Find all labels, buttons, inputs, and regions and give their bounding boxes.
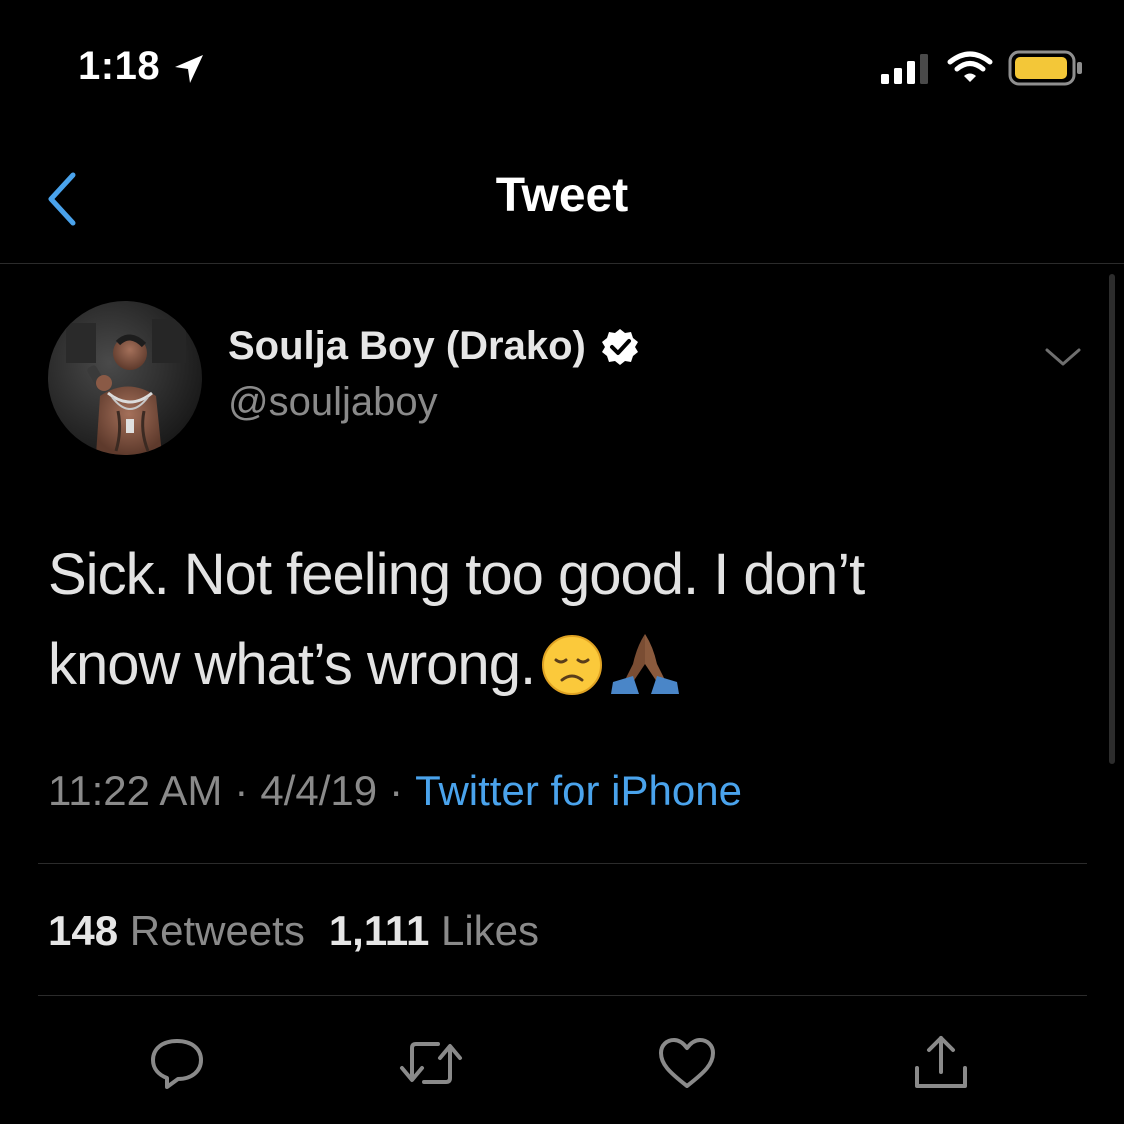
- retweets-stat[interactable]: 148 Retweets: [48, 907, 305, 954]
- tweet-date: 4/4/19: [260, 767, 378, 814]
- author-name[interactable]: Soulja Boy (Drako): [228, 324, 640, 369]
- divider: [38, 863, 1087, 864]
- tweet-text-line-1: Sick. Not feeling too good. I don’t: [48, 542, 865, 607]
- avatar[interactable]: [48, 301, 202, 455]
- tweet-meta: 11:22 AM · 4/4/19 · Twitter for iPhone: [48, 767, 742, 815]
- author-handle[interactable]: @souljaboy: [228, 380, 438, 425]
- divider: [38, 995, 1087, 996]
- chevron-down-icon: [1045, 348, 1081, 366]
- tweet-text-line-2-text: know what’s wrong.: [48, 632, 536, 697]
- retweets-label: Retweets: [129, 907, 305, 954]
- status-time: 1:18: [78, 44, 161, 88]
- reply-icon: [151, 1039, 203, 1089]
- page-title: Tweet: [495, 169, 629, 222]
- wifi-icon: [947, 50, 993, 89]
- retweet-button[interactable]: [398, 1030, 464, 1096]
- meta-separator: ·: [389, 767, 404, 814]
- like-button[interactable]: [654, 1030, 720, 1096]
- display-name-text: Soulja Boy (Drako): [228, 324, 586, 368]
- likes-stat[interactable]: 1,111 Likes: [329, 907, 539, 954]
- tweet-options-button[interactable]: [1040, 340, 1086, 374]
- tweet-text-line-2: know what’s wrong.: [48, 620, 1078, 722]
- likes-count: 1,111: [328, 907, 430, 954]
- retweets-count: 148: [48, 907, 119, 954]
- cellular-signal-icon: [881, 52, 933, 89]
- battery-icon: [1008, 50, 1084, 91]
- heart-icon: [659, 1038, 715, 1088]
- folded-hands-icon: [609, 630, 681, 722]
- tweet-text: Sick. Not feeling too good. I don’t know…: [48, 530, 1078, 722]
- retweet-icon: [400, 1042, 462, 1084]
- verified-badge-icon: [600, 327, 640, 367]
- reply-button[interactable]: [144, 1030, 210, 1096]
- tweet-stats: 148 Retweets 1,111 Likes: [48, 907, 539, 955]
- header-divider: [0, 263, 1124, 264]
- tweet-source-link[interactable]: Twitter for iPhone: [415, 767, 742, 814]
- share-icon: [915, 1036, 967, 1088]
- meta-separator: ·: [234, 767, 249, 814]
- share-button[interactable]: [908, 1030, 974, 1096]
- disappointed-face-icon: [541, 632, 603, 722]
- likes-label: Likes: [440, 907, 540, 954]
- tweet-time: 11:22 AM: [48, 767, 223, 814]
- location-arrow-icon: [172, 52, 206, 91]
- scrollbar[interactable]: [1109, 274, 1115, 764]
